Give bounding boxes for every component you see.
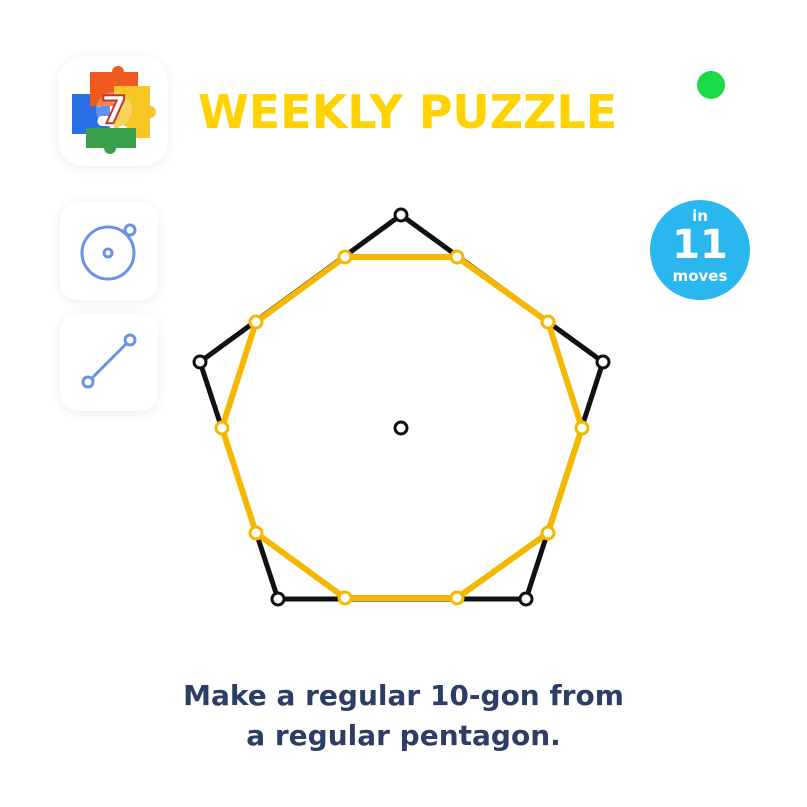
pentagon-vertex [192, 354, 208, 370]
decagon-vertex [574, 420, 590, 436]
decagon-vertex [214, 420, 230, 436]
instruction-line-2: a regular pentagon. [246, 719, 561, 752]
decagon-vertex [449, 590, 465, 606]
decagon-vertex [540, 525, 556, 541]
decagon-vertex [337, 249, 353, 265]
pentagon-vertex [518, 591, 534, 607]
instruction-text: Make a regular 10-gon from a regular pen… [100, 676, 707, 756]
pentagon-vertex [393, 207, 409, 223]
instruction-line-1: Make a regular 10-gon from [183, 679, 624, 712]
decagon-vertex [248, 314, 264, 330]
decagon-vertex [540, 314, 556, 330]
pentagon [197, 211, 606, 602]
decagon-vertex [337, 590, 353, 606]
decagon-vertex [449, 249, 465, 265]
pentagon-vertex [595, 354, 611, 370]
pentagon-vertex [270, 591, 286, 607]
pentagon-vertices[interactable] [192, 207, 611, 607]
decagon-vertex [248, 525, 264, 541]
center-point[interactable] [393, 420, 409, 436]
